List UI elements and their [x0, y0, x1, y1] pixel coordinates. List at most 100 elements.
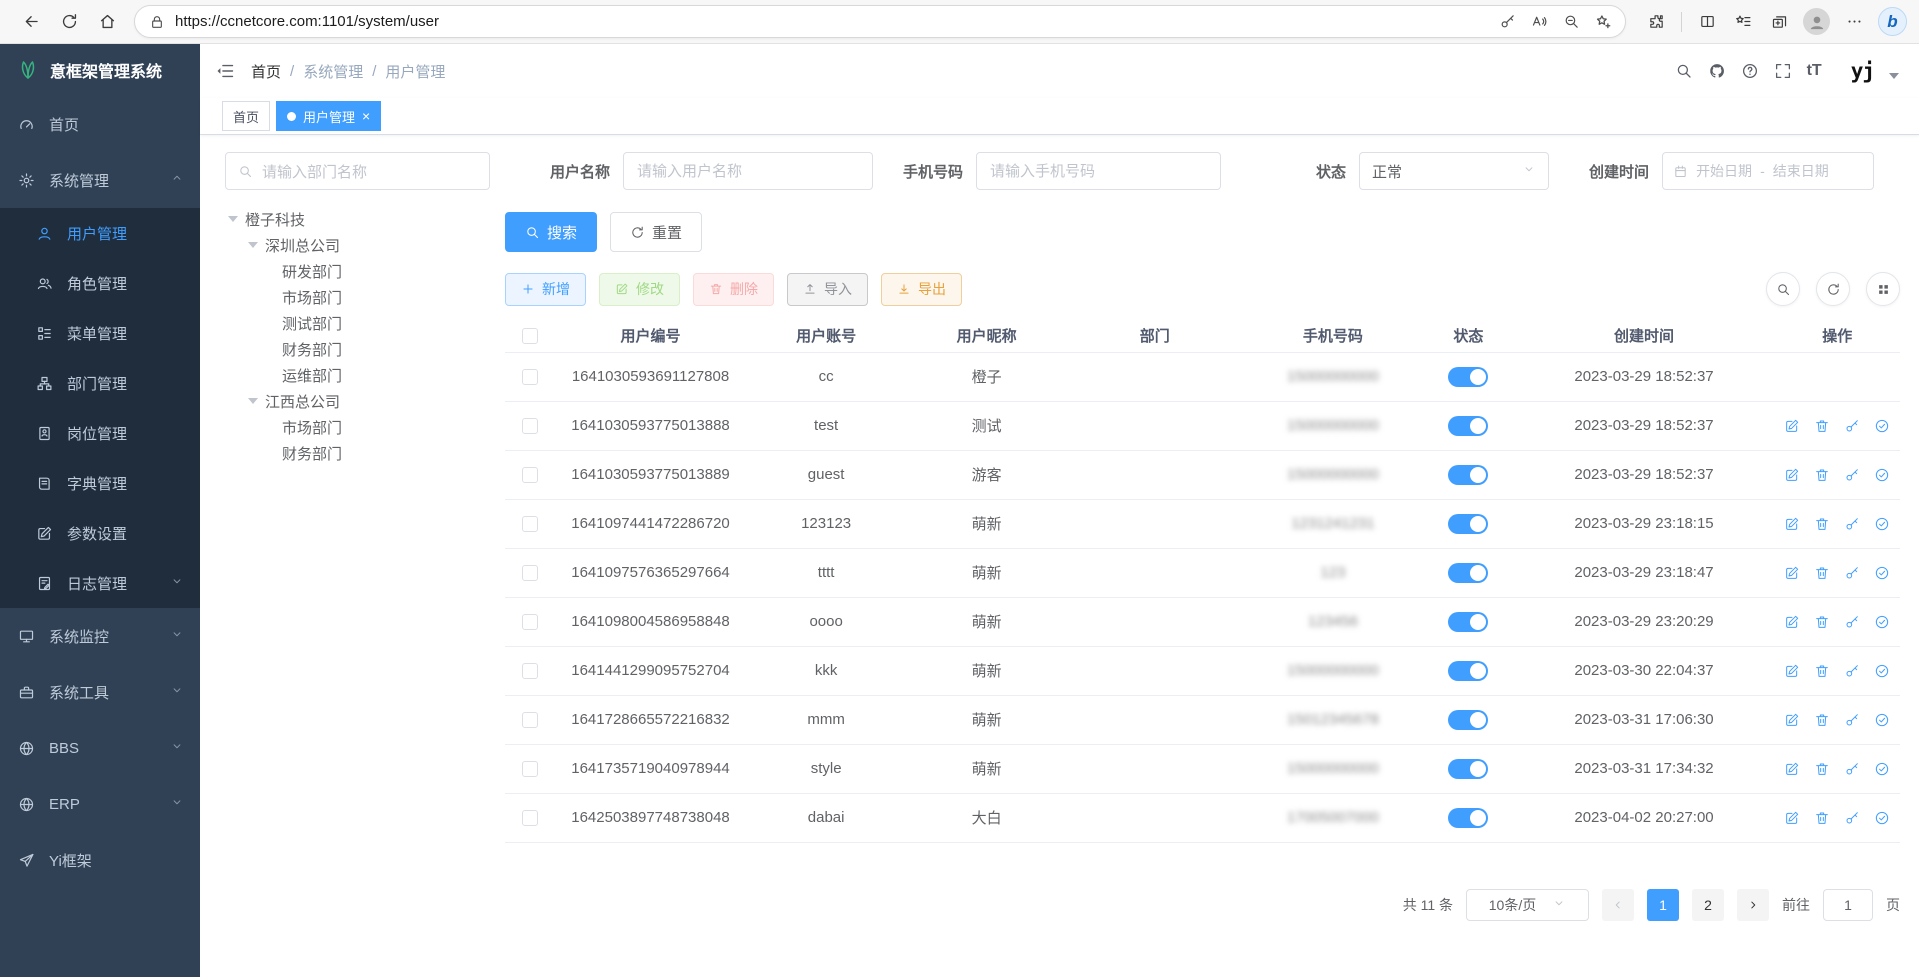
close-icon[interactable]: × — [362, 109, 370, 123]
tree-node[interactable]: 财务部门 — [225, 440, 490, 466]
sidebar-item-department-management[interactable]: 部门管理 — [0, 358, 200, 408]
url-text[interactable]: https://ccnetcore.com:1101/system/user — [175, 13, 1491, 30]
delete-icon[interactable] — [1814, 712, 1830, 728]
goto-page-input[interactable] — [1823, 889, 1873, 921]
sidebar-item-home[interactable]: 首页 — [0, 96, 200, 152]
sidebar-item-parameter-settings[interactable]: 参数设置 — [0, 508, 200, 558]
tree-node[interactable]: 研发部门 — [225, 258, 490, 284]
delete-icon[interactable] — [1814, 761, 1830, 777]
edit-icon[interactable] — [1784, 810, 1800, 826]
breadcrumb-home[interactable]: 首页 — [251, 61, 281, 82]
row-checkbox[interactable] — [522, 565, 538, 581]
tag-user-management[interactable]: 用户管理 × — [276, 101, 381, 131]
breadcrumb-system[interactable]: 系统管理 — [303, 61, 363, 82]
sidebar-item-menu-management[interactable]: 菜单管理 — [0, 308, 200, 358]
next-page-button[interactable] — [1737, 889, 1769, 921]
tree-caret-icon[interactable] — [248, 398, 258, 404]
sidebar-item-yi-framework[interactable]: Yi框架 — [0, 832, 200, 888]
row-checkbox[interactable] — [522, 418, 538, 434]
tree-caret-icon[interactable] — [248, 242, 258, 248]
status-toggle[interactable] — [1448, 661, 1488, 681]
add-favorite-icon[interactable] — [1587, 8, 1619, 36]
row-checkbox[interactable] — [522, 614, 538, 630]
page-size-select[interactable]: 10条/页 — [1466, 889, 1589, 921]
edit-icon[interactable] — [1784, 712, 1800, 728]
reset-password-icon[interactable] — [1844, 712, 1860, 728]
extensions-icon[interactable] — [1640, 5, 1672, 39]
sidebar-item-post-management[interactable]: 岗位管理 — [0, 408, 200, 458]
add-button[interactable]: 新增 — [505, 273, 586, 306]
tree-node[interactable]: 深圳总公司 — [225, 232, 490, 258]
copilot-icon[interactable]: b — [1878, 7, 1907, 36]
sidebar-item-bbs[interactable]: BBS — [0, 720, 200, 776]
row-checkbox[interactable] — [522, 467, 538, 483]
sidebar-item-system-management[interactable]: 系统管理 — [0, 152, 200, 208]
assign-role-icon[interactable] — [1874, 565, 1890, 581]
more-icon[interactable] — [1838, 5, 1870, 39]
edit-icon[interactable] — [1784, 565, 1800, 581]
sidebar-item-log-management[interactable]: 日志管理 — [0, 558, 200, 608]
status-toggle[interactable] — [1448, 367, 1488, 387]
reset-password-icon[interactable] — [1844, 516, 1860, 532]
import-button[interactable]: 导入 — [787, 273, 868, 306]
status-toggle[interactable] — [1448, 612, 1488, 632]
row-checkbox[interactable] — [522, 663, 538, 679]
tree-caret-icon[interactable] — [228, 216, 238, 222]
date-range-picker[interactable]: 开始日期 - 结束日期 — [1662, 152, 1874, 190]
sidebar-item-system-monitor[interactable]: 系统监控 — [0, 608, 200, 664]
delete-button[interactable]: 删除 — [693, 273, 774, 306]
address-bar[interactable]: https://ccnetcore.com:1101/system/user — [134, 5, 1626, 38]
delete-icon[interactable] — [1814, 663, 1830, 679]
refresh-table-button[interactable] — [1816, 272, 1850, 306]
status-toggle[interactable] — [1448, 808, 1488, 828]
assign-role-icon[interactable] — [1874, 663, 1890, 679]
search-icon[interactable] — [1675, 62, 1693, 80]
row-checkbox[interactable] — [522, 810, 538, 826]
department-search-input[interactable]: 请输入部门名称 — [225, 152, 490, 190]
assign-role-icon[interactable] — [1874, 614, 1890, 630]
sidebar-item-system-tools[interactable]: 系统工具 — [0, 664, 200, 720]
phone-input[interactable] — [976, 152, 1221, 190]
assign-role-icon[interactable] — [1874, 516, 1890, 532]
tree-node[interactable]: 市场部门 — [225, 284, 490, 310]
assign-role-icon[interactable] — [1874, 467, 1890, 483]
dropdown-caret-icon[interactable] — [1889, 73, 1899, 79]
delete-icon[interactable] — [1814, 418, 1830, 434]
lock-icon[interactable] — [149, 14, 165, 30]
delete-icon[interactable] — [1814, 810, 1830, 826]
status-toggle[interactable] — [1448, 759, 1488, 779]
column-settings-button[interactable] — [1866, 272, 1900, 306]
tree-node[interactable]: 财务部门 — [225, 336, 490, 362]
status-toggle[interactable] — [1448, 563, 1488, 583]
reload-icon[interactable] — [50, 5, 88, 39]
tree-node[interactable]: 橙子科技 — [225, 206, 490, 232]
status-toggle[interactable] — [1448, 416, 1488, 436]
reset-password-icon[interactable] — [1844, 565, 1860, 581]
assign-role-icon[interactable] — [1874, 418, 1890, 434]
password-key-icon[interactable] — [1491, 8, 1523, 36]
reset-password-icon[interactable] — [1844, 418, 1860, 434]
username-input[interactable] — [623, 152, 873, 190]
prev-page-button[interactable] — [1602, 889, 1634, 921]
tree-node[interactable]: 测试部门 — [225, 310, 490, 336]
collections-icon[interactable] — [1763, 5, 1795, 39]
assign-role-icon[interactable] — [1874, 761, 1890, 777]
sidebar-item-user-management[interactable]: 用户管理 — [0, 208, 200, 258]
row-checkbox[interactable] — [522, 761, 538, 777]
export-button[interactable]: 导出 — [881, 273, 962, 306]
status-toggle[interactable] — [1448, 465, 1488, 485]
zoom-out-icon[interactable] — [1555, 8, 1587, 36]
tree-node[interactable]: 江西总公司 — [225, 388, 490, 414]
edit-icon[interactable] — [1784, 761, 1800, 777]
select-all-checkbox[interactable] — [522, 328, 538, 344]
home-icon[interactable] — [88, 5, 126, 39]
user-logo[interactable]: yj — [1851, 59, 1874, 83]
reset-password-icon[interactable] — [1844, 810, 1860, 826]
sidebar-item-role-management[interactable]: 角色管理 — [0, 258, 200, 308]
font-size-icon[interactable]: tT — [1807, 62, 1822, 80]
tree-node[interactable]: 市场部门 — [225, 414, 490, 440]
profile-avatar[interactable] — [1803, 8, 1830, 35]
back-icon[interactable] — [12, 5, 50, 39]
reset-password-icon[interactable] — [1844, 761, 1860, 777]
reset-password-icon[interactable] — [1844, 663, 1860, 679]
